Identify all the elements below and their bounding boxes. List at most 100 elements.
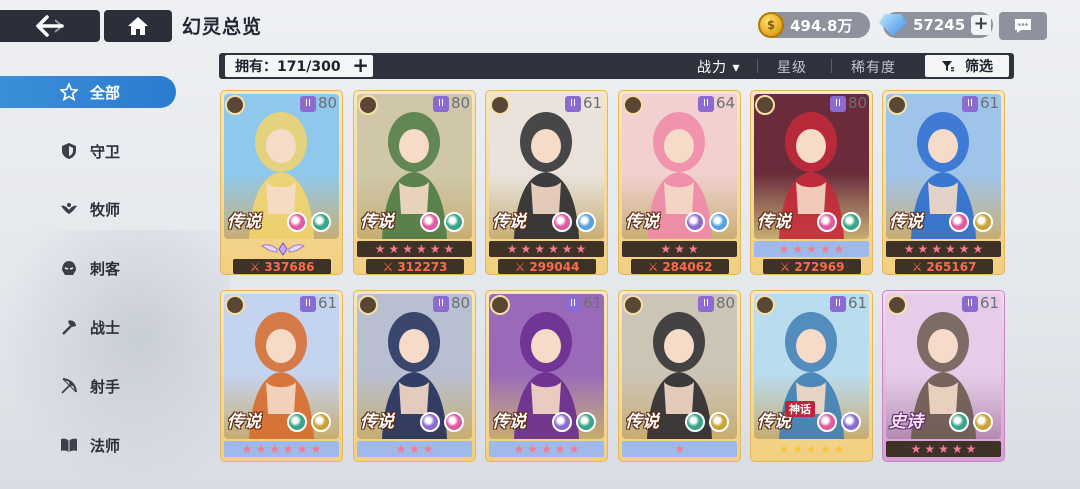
star-icon: ★ bbox=[575, 242, 587, 256]
sidebar-item-guardian[interactable]: 守卫 bbox=[0, 135, 176, 167]
hero-card[interactable]: II 61 传说 ★ ★ ★ ★ ★ bbox=[485, 290, 608, 462]
element-icon bbox=[949, 412, 969, 432]
sort-star[interactable]: 星级 bbox=[777, 57, 807, 77]
star-icon: ★ bbox=[310, 442, 322, 456]
axe-icon bbox=[623, 295, 643, 315]
rarity-label: 传说 bbox=[227, 412, 261, 432]
star-rank: ★ ★ ★ ★ ★ ★ bbox=[489, 241, 604, 257]
shield-icon bbox=[62, 143, 76, 159]
star-icon: ★ bbox=[910, 442, 922, 456]
element-icon bbox=[311, 412, 331, 432]
hero-level: 61 bbox=[980, 294, 1000, 312]
element-icon bbox=[817, 212, 837, 232]
element-icon bbox=[841, 212, 861, 232]
star-icon: ★ bbox=[778, 442, 790, 456]
star-icon: ★ bbox=[806, 242, 817, 256]
rarity-label: 传说 bbox=[625, 212, 659, 232]
bow-icon bbox=[490, 295, 510, 315]
hero-card[interactable]: II 61 史诗 ★ ★ ★ ★ ★ bbox=[882, 290, 1005, 462]
awaken-badge-icon: II bbox=[962, 96, 978, 112]
hero-card[interactable]: II 61 传说 ★ ★ ★ ★ ★ ★ ⚔ 265167 bbox=[882, 90, 1005, 275]
hero-card[interactable]: II 80 传说 ★ ★ ★ bbox=[353, 290, 476, 462]
filter-button[interactable]: 筛选 bbox=[925, 55, 1009, 77]
hero-level: 80 bbox=[451, 94, 471, 112]
sidebar-item-all[interactable]: 全部 bbox=[0, 76, 176, 108]
element-icon bbox=[685, 412, 705, 432]
hero-card[interactable]: II 80 传说 ⚔ 337686 bbox=[220, 90, 343, 275]
sidebar-label: 全部 bbox=[90, 83, 121, 102]
sidebar-label: 射手 bbox=[90, 377, 121, 396]
hero-level: 61 bbox=[583, 94, 603, 112]
hero-card[interactable]: II 61 传说 ★ ★ ★ ★ ★ ★ ⚔ 299044 bbox=[485, 90, 608, 275]
star-icon: ★ bbox=[395, 442, 407, 456]
star-icon: ★ bbox=[241, 442, 253, 456]
star-icon: ★ bbox=[924, 442, 936, 456]
star-rank: ★ ★ ★ ★ ★ bbox=[886, 441, 1001, 457]
element-icon bbox=[817, 412, 837, 432]
star-icon: ★ bbox=[931, 242, 942, 256]
star-icon: ★ bbox=[965, 442, 977, 456]
star-icon: ★ bbox=[945, 242, 956, 256]
crossed-swords-icon: ⚔ bbox=[514, 259, 526, 274]
sidebar-item-priest[interactable]: 牧师 bbox=[0, 193, 176, 225]
chat-button[interactable] bbox=[999, 12, 1047, 40]
rarity-label: 传说 bbox=[757, 212, 791, 232]
hero-card[interactable]: II 61 传说 ★ ★ ★ ★ ★ ★ bbox=[220, 290, 343, 462]
chat-bubble-icon bbox=[1015, 19, 1031, 33]
combat-power-value: 337686 bbox=[264, 259, 315, 274]
hero-card[interactable]: II 80 传说 ★ bbox=[618, 290, 741, 462]
rarity-label: 传说 bbox=[492, 412, 526, 432]
sidebar-item-archer[interactable]: 射手 bbox=[0, 370, 176, 402]
star-rank: ★ ★ ★ ★ ★ ★ bbox=[357, 241, 472, 257]
element-icon bbox=[709, 412, 729, 432]
hero-card[interactable]: II 61 神话 传说 ★ ★ ★ ★ ★ bbox=[750, 290, 873, 462]
expand-slots-button[interactable]: + bbox=[352, 55, 369, 75]
awaken-badge-icon: II bbox=[433, 296, 449, 312]
element-icon bbox=[973, 412, 993, 432]
element-icon bbox=[444, 212, 464, 232]
element-icon bbox=[576, 212, 596, 232]
sidebar-item-warrior[interactable]: 战士 bbox=[0, 311, 176, 343]
home-button[interactable] bbox=[104, 10, 172, 42]
hero-level: 61 bbox=[980, 94, 1000, 112]
star-icon: ★ bbox=[660, 242, 672, 256]
buy-gems-button[interactable]: + bbox=[971, 15, 991, 35]
hero-card[interactable]: II 80 传说 ★ ★ ★ ★ ★ ★ ⚔ 312273 bbox=[353, 90, 476, 275]
star-icon: ★ bbox=[520, 242, 532, 256]
gold-coin-icon: $ bbox=[758, 12, 784, 38]
divider bbox=[757, 59, 758, 73]
bow-icon bbox=[358, 295, 378, 315]
sidebar-item-mage[interactable]: 法师 bbox=[0, 429, 176, 461]
wing-rank-icon bbox=[261, 241, 305, 257]
mask-icon bbox=[225, 295, 245, 315]
hero-grid: II 80 传说 ⚔ 337686 II 80 传说 ★ ★ ★ ★ ★ ★ ⚔ 312273 II 61 传… bbox=[220, 90, 1010, 489]
element-icon bbox=[287, 412, 307, 432]
sidebar-item-assassin[interactable]: 刺客 bbox=[0, 252, 176, 284]
awaken-badge-icon: II bbox=[565, 96, 581, 112]
star-icon: ★ bbox=[534, 242, 545, 256]
star-icon: ★ bbox=[527, 442, 539, 456]
sort-rarity[interactable]: 稀有度 bbox=[851, 57, 896, 77]
element-icon bbox=[576, 412, 596, 432]
awaken-badge-icon: II bbox=[698, 96, 714, 112]
star-rank: ★ ★ ★ bbox=[622, 241, 737, 257]
element-icon bbox=[685, 212, 705, 232]
hero-level: 80 bbox=[318, 94, 338, 112]
star-icon: ★ bbox=[269, 442, 280, 456]
hero-card[interactable]: II 64 传说 ★ ★ ★ ⚔ 284062 bbox=[618, 90, 741, 275]
gem-counter: 57245 + bbox=[879, 12, 993, 38]
sidebar-label: 法师 bbox=[90, 436, 121, 455]
star-rank: ★ ★ ★ ★ ★ bbox=[754, 441, 869, 457]
hero-card[interactable]: II 80 传说 ★ ★ ★ ★ ★ ⚔ 272969 bbox=[750, 90, 873, 275]
star-icon: ★ bbox=[506, 242, 518, 256]
axe-icon bbox=[755, 95, 775, 115]
back-button[interactable] bbox=[0, 10, 100, 42]
element-icon bbox=[287, 212, 307, 232]
axe-icon bbox=[225, 95, 245, 115]
element-icon bbox=[949, 212, 969, 232]
star-icon: ★ bbox=[548, 242, 559, 256]
hero-level: 80 bbox=[848, 94, 868, 112]
star-icon: ★ bbox=[296, 442, 308, 456]
owned-count[interactable]: 拥有：171/300 + bbox=[225, 55, 373, 77]
sort-power[interactable]: 战力 ▾ bbox=[697, 57, 740, 77]
